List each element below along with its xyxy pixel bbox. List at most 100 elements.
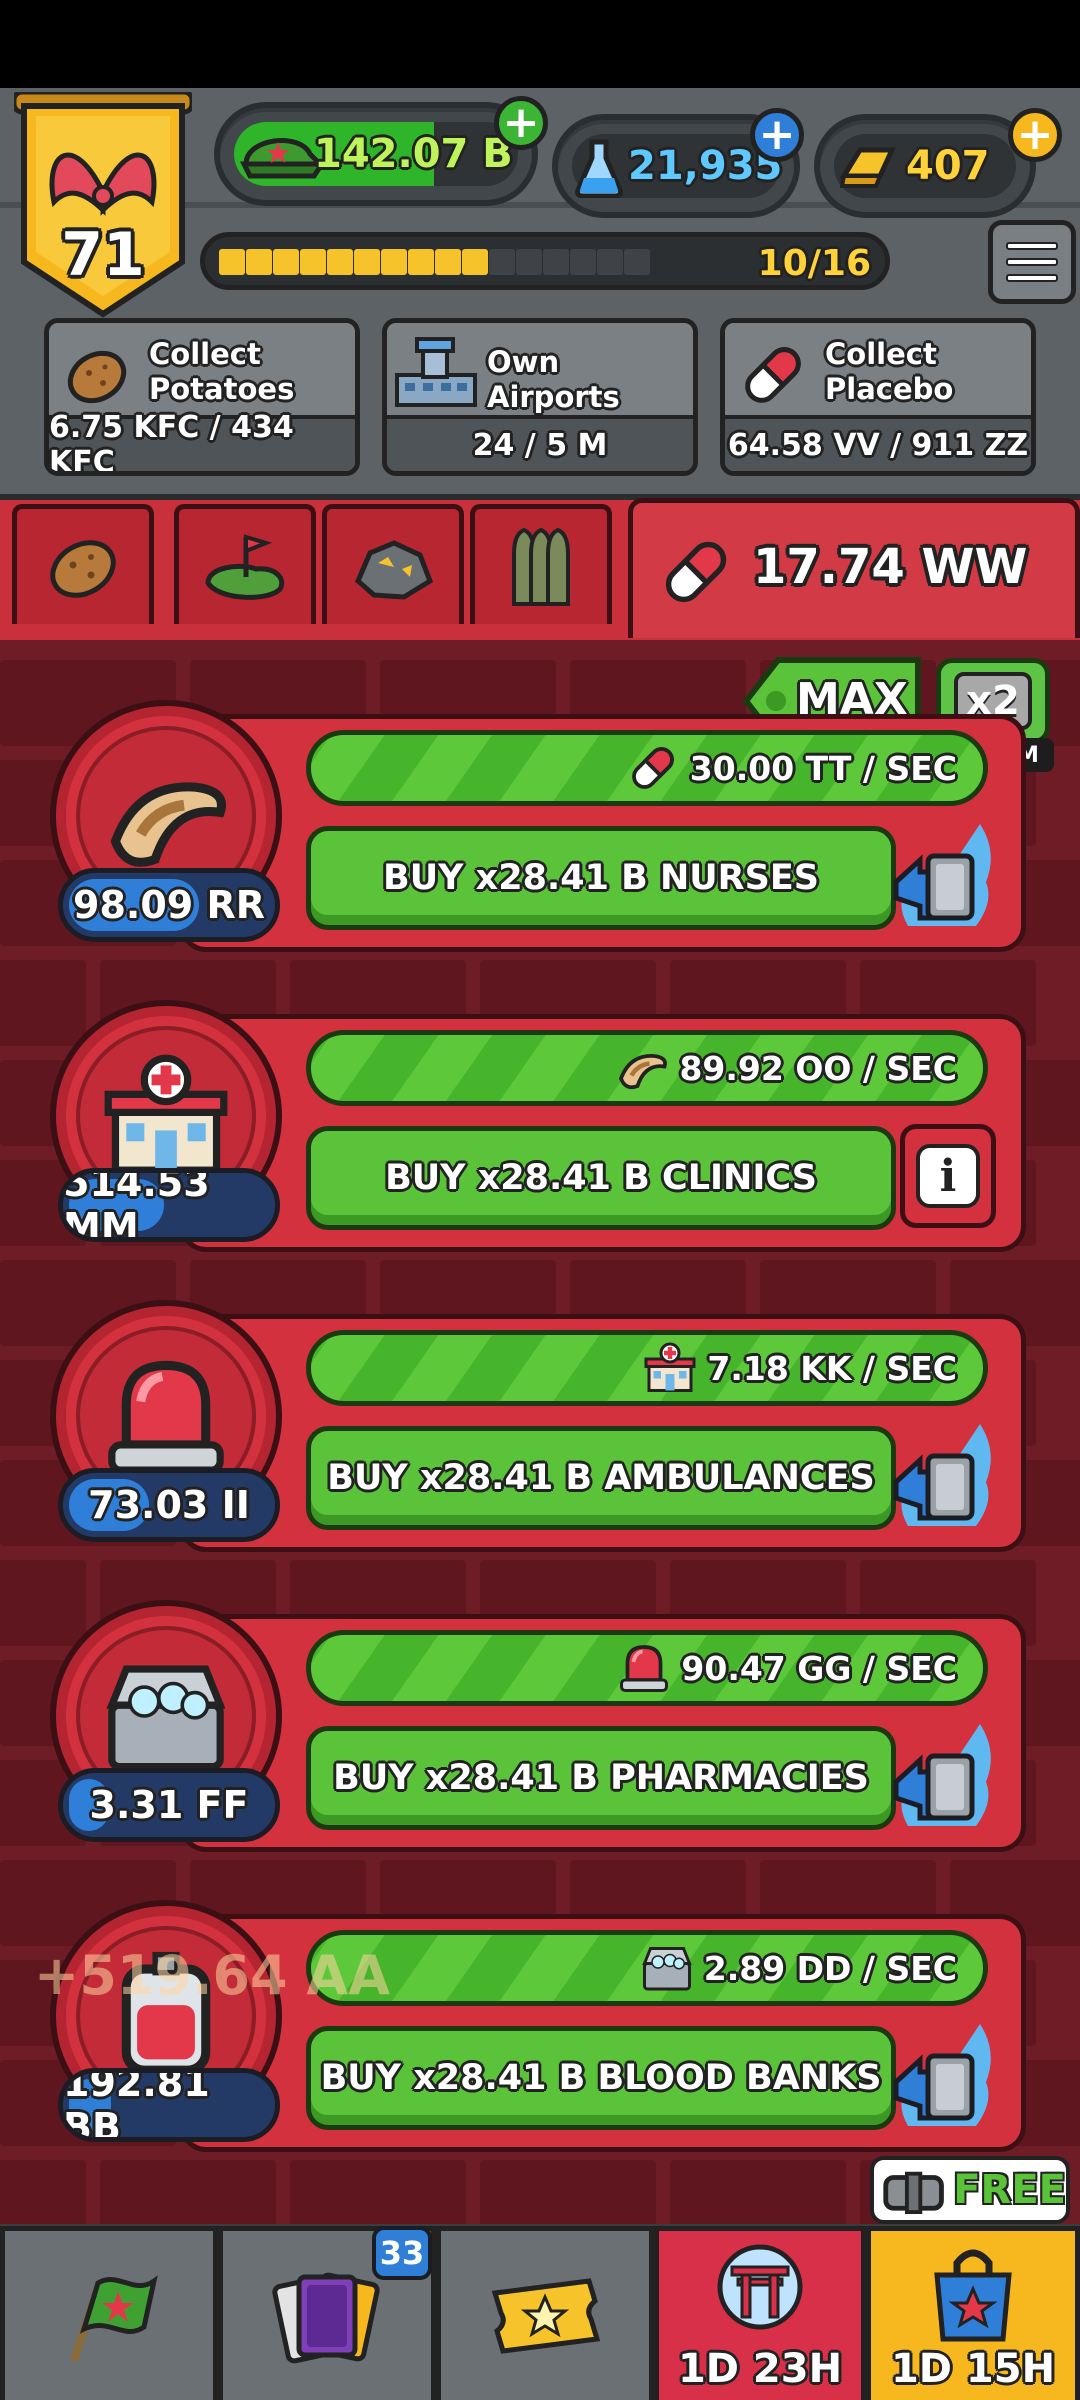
- menu-button[interactable]: [988, 220, 1076, 304]
- shopping-bag-icon: [934, 2249, 1012, 2342]
- cards-icon: [272, 2272, 380, 2363]
- generator-rate-text: 2.89 DD / SEC: [703, 1948, 957, 1988]
- generator-card-pharmacies: 3.31 FF 90.47 GG / SEC BUY x28.41 B PHARMA…: [50, 1600, 1026, 1872]
- buy-clinics-button[interactable]: BUY x28.41 B CLINICS: [306, 1126, 896, 1230]
- event-timer: 1D 23H: [677, 2346, 843, 2392]
- generator-card-ambulances: 73.03 II 7.18 KK / SEC BUY x28.41 B AMBULA…: [50, 1300, 1026, 1572]
- placebo-total: 17.74 WW: [753, 539, 1028, 595]
- info-button[interactable]: i: [900, 1124, 996, 1228]
- cash-resource[interactable]: 142.07 B: [214, 102, 538, 206]
- generator-count: 192.81 BB: [58, 2068, 280, 2142]
- milestone-progress-bar: 10/16: [200, 232, 890, 290]
- add-cash-button[interactable]: +: [494, 96, 548, 150]
- generator-card-nurses: 98.09 RR 30.00 TT / SEC BUY x28.41 B NURSE…: [50, 700, 1026, 972]
- progress-segment: [408, 249, 434, 275]
- pill-icon: [665, 541, 727, 603]
- generator-rate-text: 7.18 KK / SEC: [707, 1348, 957, 1388]
- ticket-star-icon: [491, 2277, 601, 2354]
- generator-card-clinics: 514.53 MM 89.92 OO / SEC BUY x28.41 B CLIN…: [50, 1000, 1026, 1272]
- generator-count-text: 514.53 MM: [63, 1168, 210, 1242]
- pharmacy-chest-icon: [106, 1665, 226, 1771]
- progress-segment: [489, 249, 515, 275]
- progress-segment: [354, 249, 380, 275]
- add-gold-button[interactable]: +: [1008, 108, 1062, 162]
- chest-icon: [883, 2171, 944, 2215]
- generator-count: 514.53 MM: [58, 1168, 280, 1242]
- free-offer-tag[interactable]: FREE: [870, 2156, 1070, 2224]
- free-label: FREE: [953, 2167, 1066, 2213]
- pill-icon: [745, 347, 801, 403]
- progress-segment: [435, 249, 461, 275]
- flag-icon: [70, 2274, 158, 2362]
- bandage-icon: [619, 1054, 668, 1090]
- generator-rate-bar: 30.00 TT / SEC: [306, 730, 988, 806]
- siren-icon: [620, 1645, 669, 1692]
- generator-count: 3.31 FF: [58, 1768, 280, 1842]
- generator-rate-bar: 89.92 OO / SEC: [306, 1030, 988, 1106]
- manager-button[interactable]: [890, 2022, 998, 2134]
- siren-icon: [108, 1360, 224, 1474]
- tab-ore[interactable]: [322, 504, 464, 624]
- quest-card-placebo[interactable]: Collect Placebo 64.58 VV / 911 ZZ: [720, 318, 1036, 476]
- generator-rate-bar: 2.89 DD / SEC: [306, 1930, 988, 2006]
- potato-icon: [50, 539, 116, 598]
- cards-badge: 33: [372, 2226, 432, 2280]
- bullets-icon: [512, 527, 570, 606]
- buy-ambulances-button[interactable]: BUY x28.41 B AMBULANCES: [306, 1426, 896, 1530]
- manager-button[interactable]: [890, 1722, 998, 1834]
- nav-missions[interactable]: [0, 2226, 218, 2400]
- progress-segment: [543, 249, 569, 275]
- progress-segment: [381, 249, 407, 275]
- quest-progress: 24 / 5 M: [387, 415, 693, 471]
- buy-pharmacies-button[interactable]: BUY x28.41 B PHARMACIES: [306, 1726, 896, 1830]
- manager-button[interactable]: [890, 1422, 998, 1534]
- generator-rate-text: 90.47 GG / SEC: [681, 1648, 957, 1688]
- manager-flame-icon: [893, 1424, 991, 1526]
- add-research-button[interactable]: +: [750, 108, 804, 162]
- nav-pass[interactable]: [436, 2226, 654, 2400]
- generator-rate-text: 30.00 TT / SEC: [689, 748, 957, 788]
- quest-card-airports[interactable]: Own Airports 24 / 5 M: [382, 318, 698, 476]
- gold-resource[interactable]: 407: [814, 114, 1036, 218]
- quest-label: Collect Placebo: [825, 337, 954, 406]
- buy-nurses-button[interactable]: BUY x28.41 B NURSES: [306, 826, 896, 930]
- tab-ammo[interactable]: [470, 504, 612, 624]
- milestone-progress-text: 10/16: [757, 243, 871, 284]
- generator-rate-text: 89.92 OO / SEC: [679, 1048, 957, 1088]
- quest-label: Collect Potatoes: [149, 337, 295, 406]
- buy-blood-banks-button[interactable]: BUY x28.41 B BLOOD BANKS: [306, 2026, 896, 2130]
- tab-land[interactable]: [174, 504, 316, 624]
- progress-segment: [462, 249, 488, 275]
- tab-placebo[interactable]: 17.74 WW: [628, 498, 1080, 638]
- manager-flame-icon: [893, 824, 991, 926]
- progress-segment: [246, 249, 272, 275]
- nav-event[interactable]: 1D 23H: [654, 2226, 866, 2400]
- manager-flame-icon: [893, 2024, 991, 2126]
- quest-progress: 64.58 VV / 911 ZZ: [725, 415, 1031, 471]
- nav-shop[interactable]: 1D 15H: [866, 2226, 1080, 2400]
- generator-rate-bar: 7.18 KK / SEC: [306, 1330, 988, 1406]
- manager-button[interactable]: [890, 822, 998, 934]
- ore-icon: [354, 539, 434, 600]
- info-icon: i: [916, 1144, 980, 1208]
- rank-banner[interactable]: 71: [11, 89, 195, 320]
- shop-timer: 1D 15H: [890, 2346, 1056, 2392]
- tab-potatoes[interactable]: [12, 504, 154, 624]
- generator-count-text: 98.09 RR: [73, 883, 265, 927]
- quest-card-potatoes[interactable]: Collect Potatoes 6.75 KFC / 434 KFC: [44, 318, 360, 476]
- manager-flame-icon: [893, 1724, 991, 1826]
- generator-count: 98.09 RR: [58, 868, 280, 942]
- generator-count-text: 3.31 FF: [89, 1783, 249, 1827]
- pill-icon: [631, 747, 674, 789]
- generator-count-text: 73.03 II: [88, 1483, 250, 1527]
- progress-segment: [219, 249, 245, 275]
- progress-segment: [570, 249, 596, 275]
- progress-segment: [624, 249, 650, 275]
- gold-bar-icon: [840, 147, 896, 188]
- generator-rate-bar: 90.47 GG / SEC: [306, 1630, 988, 1706]
- progress-segment: [300, 249, 326, 275]
- progress-segment: [273, 249, 299, 275]
- player-level: 71: [61, 220, 145, 290]
- floating-reward-text: +519.64 AA: [34, 1944, 391, 2007]
- army-cap-icon: [240, 138, 324, 179]
